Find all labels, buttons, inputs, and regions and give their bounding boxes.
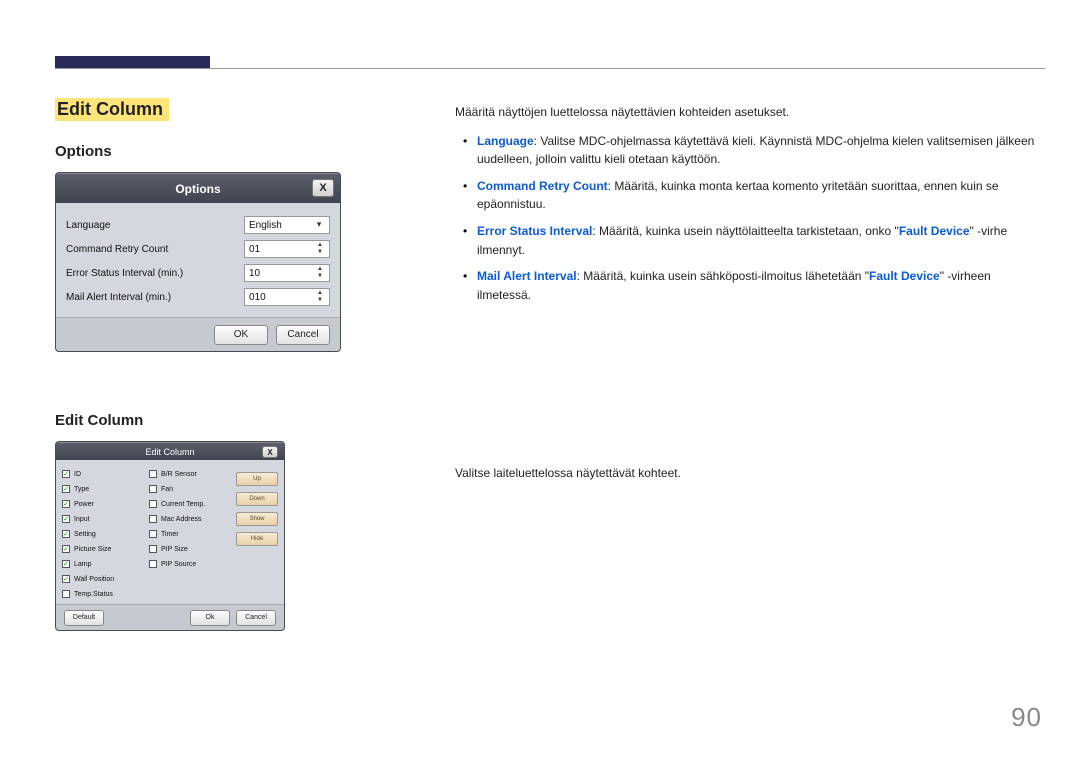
checkbox-label: Input bbox=[74, 516, 90, 523]
page-number: 90 bbox=[1011, 702, 1042, 733]
checkbox-icon: ✓ bbox=[62, 545, 70, 553]
error-interval-stepper[interactable]: 10 ▲▼ bbox=[244, 264, 330, 282]
checkbox-label: Current Temp. bbox=[161, 501, 205, 508]
edit-column-intro: Valitse laiteluettelossa näytettävät koh… bbox=[455, 464, 1040, 483]
checkbox-label: Picture Size bbox=[74, 546, 111, 553]
checkbox-label: Fan bbox=[161, 486, 173, 493]
column-checkbox-item[interactable]: Current Temp. bbox=[149, 498, 232, 510]
column-checkbox-item[interactable]: ✓ ID bbox=[62, 468, 145, 480]
checkbox-label: ID bbox=[74, 471, 81, 478]
header-rule bbox=[55, 68, 1045, 69]
column-checkbox-item[interactable]: ✓ Setting bbox=[62, 528, 145, 540]
checkbox-icon bbox=[62, 590, 70, 598]
checkbox-icon bbox=[149, 545, 157, 553]
chevron-down-icon: ▾ bbox=[313, 219, 325, 231]
option-label: Language bbox=[66, 220, 111, 231]
header-accent-bar bbox=[55, 56, 210, 68]
checkbox-icon: ✓ bbox=[62, 485, 70, 493]
spinner-icon: ▲▼ bbox=[317, 266, 327, 280]
checkbox-icon: ✓ bbox=[62, 470, 70, 478]
edit-column-heading: Edit Column bbox=[55, 412, 395, 429]
checkbox-label: PIP Size bbox=[161, 546, 188, 553]
checkbox-label: Power bbox=[74, 501, 94, 508]
default-button[interactable]: Default bbox=[64, 610, 104, 626]
checkbox-label: Lamp bbox=[74, 561, 92, 568]
mail-interval-stepper[interactable]: 010 ▲▼ bbox=[244, 288, 330, 306]
option-label: Error Status Interval (min.) bbox=[66, 268, 183, 279]
ok-button[interactable]: Ok bbox=[190, 610, 230, 626]
checkbox-label: Mac Address bbox=[161, 516, 201, 523]
options-dialog-titlebar: Options X bbox=[56, 173, 340, 203]
checkbox-label: Type bbox=[74, 486, 89, 493]
column-checkbox-item[interactable]: Fan bbox=[149, 483, 232, 495]
options-dialog-title: Options bbox=[175, 182, 220, 196]
checkbox-label: Wall Position bbox=[74, 576, 114, 583]
column-checkbox-item[interactable]: PIP Size bbox=[149, 543, 232, 555]
edit-column-titlebar: Edit Column X bbox=[56, 442, 284, 460]
down-button[interactable]: Down bbox=[236, 492, 278, 506]
column-checkbox-item[interactable]: ✓ Wall Position bbox=[62, 573, 145, 585]
spinner-icon: ▲▼ bbox=[317, 290, 327, 304]
column-checkbox-item[interactable]: B/R Sensor bbox=[149, 468, 232, 480]
checkbox-icon bbox=[149, 470, 157, 478]
close-icon[interactable]: X bbox=[262, 446, 278, 458]
options-dialog-screenshot: Options X Language English ▾ Command Ret… bbox=[55, 172, 341, 352]
checkbox-label: B/R Sensor bbox=[161, 471, 197, 478]
column-checkbox-item[interactable]: ✓ Lamp bbox=[62, 558, 145, 570]
close-icon[interactable]: X bbox=[312, 179, 334, 197]
option-label: Mail Alert Interval (min.) bbox=[66, 292, 171, 303]
up-button[interactable]: Up bbox=[236, 472, 278, 486]
cancel-button[interactable]: Cancel bbox=[276, 325, 330, 345]
bullet-error-status: Error Status Interval: Määritä, kuinka u… bbox=[455, 222, 1040, 259]
hide-button[interactable]: Hide bbox=[236, 532, 278, 546]
options-heading: Options bbox=[55, 143, 395, 160]
bullet-command-retry: Command Retry Count: Määritä, kuinka mon… bbox=[455, 177, 1040, 214]
column-checkbox-item[interactable]: ✓ Power bbox=[62, 498, 145, 510]
option-label: Command Retry Count bbox=[66, 244, 168, 255]
column-checkbox-item[interactable]: ✓ Type bbox=[62, 483, 145, 495]
column-checkbox-item[interactable]: ✓ Input bbox=[62, 513, 145, 525]
cancel-button[interactable]: Cancel bbox=[236, 610, 276, 626]
column-checkbox-item[interactable]: Temp.Status bbox=[62, 588, 145, 600]
checkbox-icon: ✓ bbox=[62, 575, 70, 583]
show-button[interactable]: Show bbox=[236, 512, 278, 526]
column-checkbox-item[interactable]: ✓ Picture Size bbox=[62, 543, 145, 555]
checkbox-label: Timer bbox=[161, 531, 179, 538]
edit-column-title: Edit Column bbox=[145, 447, 194, 457]
edit-column-dialog-screenshot: Edit Column X ✓ ID ✓ Type ✓ Power ✓ Input ✓ Setti… bbox=[55, 441, 285, 631]
ok-button[interactable]: OK bbox=[214, 325, 268, 345]
checkbox-icon bbox=[149, 515, 157, 523]
checkbox-icon bbox=[149, 530, 157, 538]
checkbox-icon bbox=[149, 500, 157, 508]
bullet-mail-alert: Mail Alert Interval: Määritä, kuinka use… bbox=[455, 267, 1040, 304]
spinner-icon: ▲▼ bbox=[317, 242, 327, 256]
column-checkbox-item[interactable]: PIP Source bbox=[149, 558, 232, 570]
checkbox-icon: ✓ bbox=[62, 530, 70, 538]
checkbox-label: PIP Source bbox=[161, 561, 196, 568]
checkbox-icon: ✓ bbox=[62, 560, 70, 568]
checkbox-label: Setting bbox=[74, 531, 96, 538]
checkbox-icon: ✓ bbox=[62, 500, 70, 508]
intro-text: Määritä näyttöjen luettelossa näytettävi… bbox=[455, 103, 1040, 122]
checkbox-label: Temp.Status bbox=[74, 591, 113, 598]
section-title: Edit Column bbox=[55, 98, 169, 121]
language-dropdown[interactable]: English ▾ bbox=[244, 216, 330, 234]
bullet-language: Language: Valitse MDC-ohjelmassa käytett… bbox=[455, 132, 1040, 169]
checkbox-icon: ✓ bbox=[62, 515, 70, 523]
retry-count-stepper[interactable]: 01 ▲▼ bbox=[244, 240, 330, 258]
checkbox-icon bbox=[149, 485, 157, 493]
column-checkbox-item[interactable]: Mac Address bbox=[149, 513, 232, 525]
checkbox-icon bbox=[149, 560, 157, 568]
column-checkbox-item[interactable]: Timer bbox=[149, 528, 232, 540]
